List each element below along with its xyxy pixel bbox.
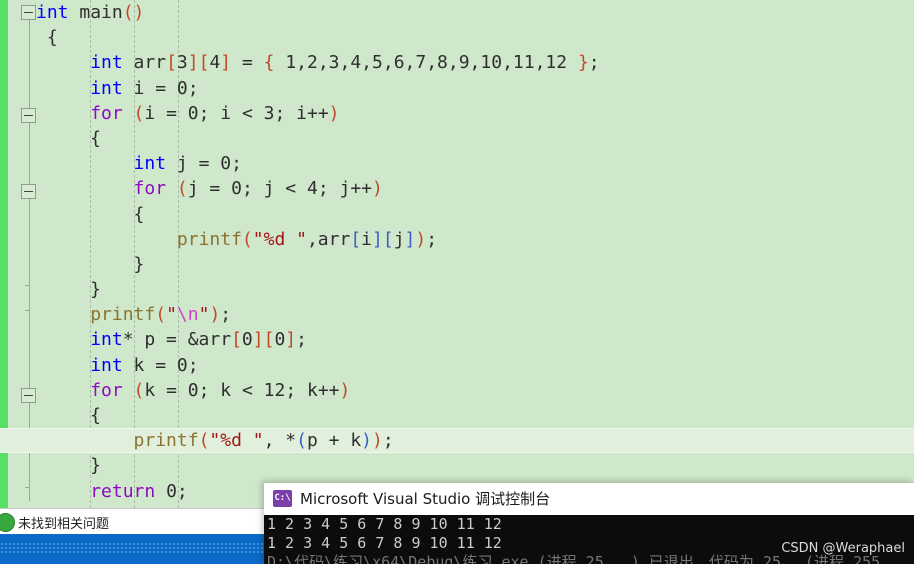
- fold-end-tick-2: [25, 310, 30, 311]
- code-line[interactable]: printf("\n");: [36, 302, 914, 327]
- code-line[interactable]: {: [36, 202, 914, 227]
- console-output[interactable]: 1 2 3 4 5 6 7 8 9 10 11 12 1 2 3 4 5 6 7…: [264, 515, 914, 564]
- watermark-text: CSDN @Weraphael: [781, 541, 905, 556]
- fold-marker-for-j[interactable]: [21, 184, 36, 199]
- green-check-circle-icon: [0, 513, 15, 532]
- code-line[interactable]: int j = 0;: [36, 151, 914, 176]
- code-line[interactable]: int i = 0;: [36, 76, 914, 101]
- code-line[interactable]: for (j = 0; j < 4; j++): [36, 176, 914, 201]
- code-line[interactable]: {: [36, 403, 914, 428]
- fold-end-tick-1: [25, 285, 30, 286]
- fold-end-tick-3: [25, 487, 30, 488]
- fold-marker-for-k[interactable]: [21, 388, 36, 403]
- error-list-message: 未找到相关问题: [18, 517, 110, 532]
- console-output-line: 1 2 3 4 5 6 7 8 9 10 11 12: [267, 515, 502, 533]
- code-line[interactable]: {: [36, 126, 914, 151]
- code-line[interactable]: }: [36, 277, 914, 302]
- code-line-active[interactable]: printf("%d ", *(p + k));: [0, 428, 914, 454]
- code-line[interactable]: int arr[3][4] = { 1,2,3,4,5,6,7,8,9,10,1…: [36, 50, 914, 75]
- code-line[interactable]: int main(): [36, 0, 914, 25]
- code-editor[interactable]: int main() { int arr[3][4] = { 1,2,3,4,5…: [0, 0, 914, 508]
- code-line[interactable]: printf("%d ",arr[i][j]);: [36, 227, 914, 252]
- code-line[interactable]: int k = 0;: [36, 353, 914, 378]
- code-line[interactable]: for (i = 0; i < 3; i++): [36, 101, 914, 126]
- code-line[interactable]: {: [36, 25, 914, 50]
- code-line[interactable]: }: [36, 453, 914, 478]
- code-surface[interactable]: int main() { int arr[3][4] = { 1,2,3,4,5…: [0, 0, 914, 508]
- status-bar-texture: [0, 542, 266, 554]
- console-title-bar[interactable]: C:\ Microsoft Visual Studio 调试控制台: [264, 483, 914, 515]
- code-line[interactable]: for (k = 0; k < 12; k++): [36, 378, 914, 403]
- console-app-icon: C:\: [273, 490, 292, 507]
- debug-console-window[interactable]: C:\ Microsoft Visual Studio 调试控制台 1 2 3 …: [264, 483, 914, 564]
- code-line[interactable]: }: [36, 252, 914, 277]
- code-line[interactable]: int* p = &arr[0][0];: [36, 327, 914, 352]
- fold-marker-for-i[interactable]: [21, 108, 36, 123]
- console-window-title: Microsoft Visual Studio 调试控制台: [300, 490, 551, 508]
- fold-marker-main[interactable]: [21, 5, 36, 20]
